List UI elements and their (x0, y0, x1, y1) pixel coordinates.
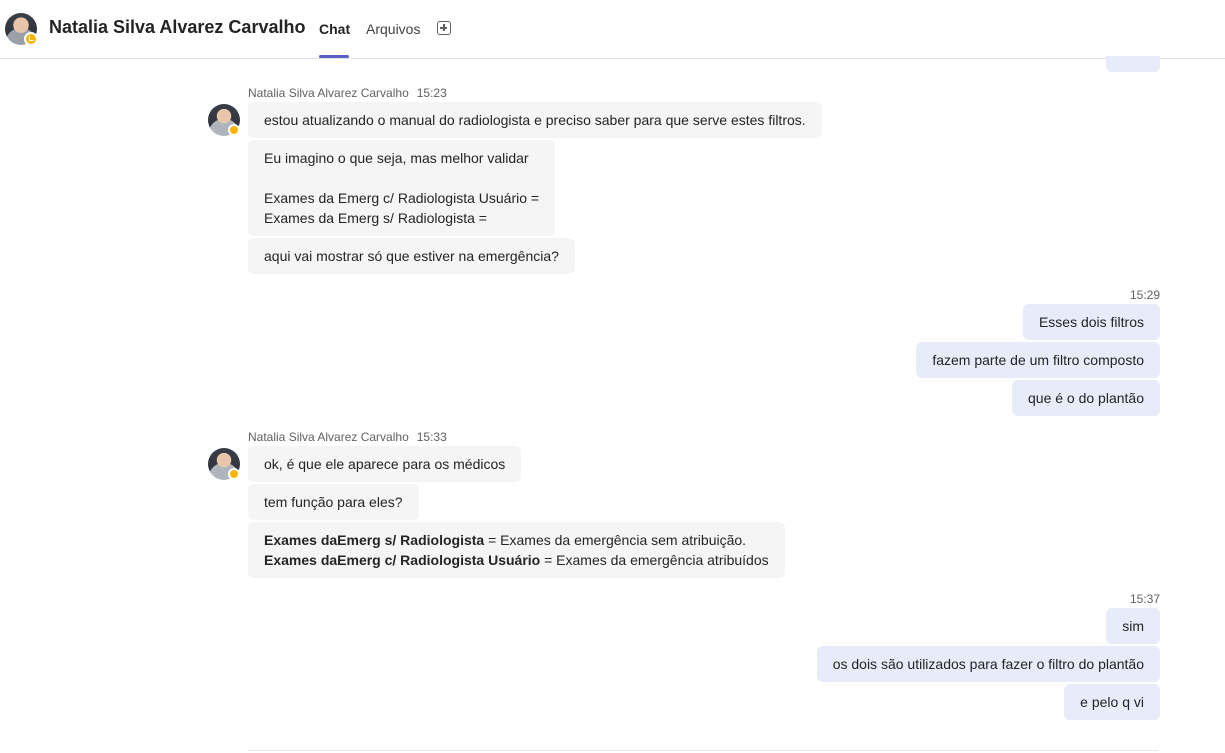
message-text: Exames da Emerg c/ Radiologista Usuário … (264, 190, 540, 206)
message-time: 15:23 (416, 86, 447, 100)
message-text: e pelo q vi (1080, 694, 1144, 710)
message-text: sim (1122, 618, 1144, 634)
filter-name: Exames daEmerg s/ Radiologista (264, 532, 485, 548)
presence-away-icon (228, 124, 240, 136)
message-time: 15:37 (1129, 592, 1160, 606)
message-text: Eu imagino o que seja, mas melhor valida… (264, 150, 529, 166)
previous-message-bubble (1106, 56, 1160, 72)
definition-line: Exames daEmerg s/ Radiologista = Exames … (264, 530, 769, 550)
message-bubble[interactable]: os dois são utilizados para fazer o filt… (816, 646, 1160, 682)
message-text: tem função para eles? (264, 494, 403, 510)
tab-chat[interactable]: Chat (319, 21, 350, 37)
filter-description: = Exames da emergência atribuídos (540, 552, 769, 568)
filter-name: Exames daEmerg c/ Radiologista Usuário (264, 552, 541, 568)
message-bubble[interactable]: Exames daEmerg s/ Radiologista = Exames … (248, 522, 785, 578)
message-bubble[interactable]: estou atualizando o manual do radiologis… (248, 102, 822, 138)
message-bubble[interactable]: ok, é que ele aparece para os médicos (248, 446, 522, 482)
message-meta: Natalia Silva Alvarez Carvalho 15:33 (248, 430, 447, 444)
message-time: 15:33 (416, 430, 447, 444)
active-tab-indicator (319, 55, 349, 58)
message-text: Esses dois filtros (1038, 314, 1144, 330)
message-bubble[interactable]: e pelo q vi (1064, 684, 1160, 720)
message-bubble[interactable]: Esses dois filtros (1022, 304, 1160, 340)
message-text: estou atualizando o manual do radiologis… (264, 112, 806, 128)
add-tab-plus-icon[interactable] (437, 21, 451, 35)
message-bubble[interactable]: aqui vai mostrar só que estiver na emerg… (248, 238, 575, 274)
message-meta: Natalia Silva Alvarez Carvalho 15:23 (248, 86, 447, 100)
compose-divider (248, 750, 1158, 751)
message-bubble[interactable]: sim (1106, 608, 1160, 644)
message-text: fazem parte de um filtro composto (932, 352, 1144, 368)
message-bubble[interactable]: que é o do plantão (1012, 380, 1160, 416)
message-text: que é o do plantão (1028, 390, 1144, 406)
filter-description: = Exames da emergência sem atribuição. (484, 532, 747, 548)
message-bubble[interactable]: tem função para eles? (248, 484, 419, 520)
message-bubble[interactable]: fazem parte de um filtro composto (916, 342, 1160, 378)
sender-name: Natalia Silva Alvarez Carvalho (248, 430, 409, 444)
definition-line: Exames daEmerg c/ Radiologista Usuário =… (264, 550, 769, 570)
presence-away-icon (24, 32, 38, 46)
message-text: Exames da Emerg s/ Radiologista = (264, 210, 487, 226)
message-text: os dois são utilizados para fazer o filt… (832, 656, 1144, 672)
sender-name: Natalia Silva Alvarez Carvalho (248, 86, 409, 100)
message-text: aqui vai mostrar só que estiver na emerg… (264, 248, 559, 264)
presence-away-icon (228, 468, 240, 480)
message-bubble[interactable]: Eu imagino o que seja, mas melhor valida… (248, 140, 556, 236)
message-text: ok, é que ele aparece para os médicos (264, 456, 506, 472)
tab-arquivos[interactable]: Arquivos (366, 21, 420, 37)
contact-name-title: Natalia Silva Alvarez Carvalho (49, 17, 306, 37)
message-time: 15:29 (1129, 288, 1160, 302)
chat-header: Natalia Silva Alvarez Carvalho Chat Arqu… (0, 0, 1225, 59)
